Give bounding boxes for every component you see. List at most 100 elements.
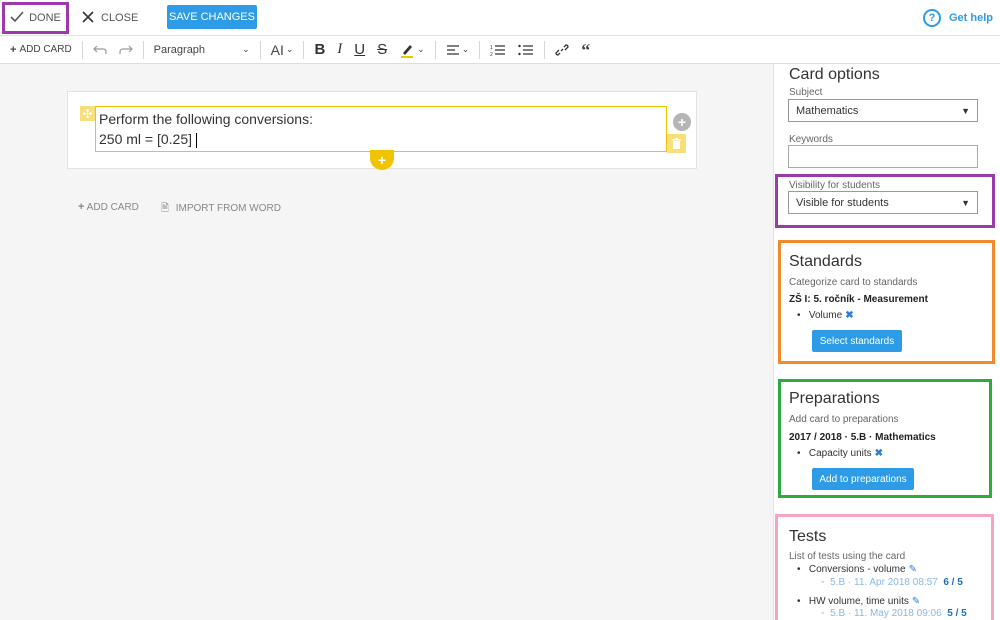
test-item-meta-label: 5.B · 11. May 2018 09:06: [830, 608, 942, 619]
get-help-link[interactable]: ? Get help: [922, 9, 993, 27]
import-label: IMPORT FROM WORD: [175, 203, 281, 214]
card-insert-plus-icon[interactable]: +: [673, 113, 691, 131]
toolbar-divider: [142, 40, 144, 59]
remove-icon[interactable]: ✖: [845, 310, 853, 321]
underline-icon: U: [354, 41, 366, 58]
card-options-title: Card options: [789, 66, 880, 83]
italic-icon: I: [337, 41, 343, 57]
done-label: DONE: [29, 12, 61, 24]
card-text-line-2: 250 ml = [0.25]: [99, 129, 663, 149]
standards-title: Standards: [789, 253, 862, 270]
close-button[interactable]: CLOSE: [82, 8, 138, 28]
undo-icon: [92, 45, 107, 54]
visibility-label: Visibility for students: [789, 180, 880, 191]
chevron-down-icon: ⌄: [285, 44, 294, 54]
subject-value: Mathematics: [796, 104, 859, 117]
chevron-down-icon: ⌄: [461, 44, 470, 54]
card-drag-handle[interactable]: ✣: [80, 106, 95, 121]
caret-down-icon: ▼: [961, 105, 970, 116]
undo-button[interactable]: [87, 36, 113, 64]
redo-button[interactable]: [113, 36, 139, 64]
toolbar-divider: [81, 40, 83, 59]
bullet-list-button[interactable]: [512, 36, 540, 64]
align-button[interactable]: ⌄: [440, 36, 476, 64]
keywords-input[interactable]: [788, 145, 978, 168]
trash-icon[interactable]: [667, 134, 686, 153]
toolbar-add-card-button[interactable]: + ADD CARD: [0, 36, 78, 64]
chevron-down-icon: ⌄: [417, 44, 425, 54]
card-text-editor[interactable]: Perform the following conversions: 250 m…: [95, 106, 667, 152]
link-button[interactable]: [549, 36, 575, 64]
standards-item-label: Volume: [808, 310, 843, 321]
blockquote-button[interactable]: “: [575, 36, 596, 64]
keywords-label: Keywords: [789, 134, 833, 145]
test-item-name: HW volume, time units: [808, 596, 909, 607]
test-item: • HW volume, time units ✎: [797, 596, 921, 607]
test-item: • Conversions - volume ✎: [797, 564, 917, 575]
font-size-select[interactable]: AI ⌄: [265, 36, 300, 64]
plus-icon: +: [78, 201, 85, 213]
highlight-color-button[interactable]: ⌄: [393, 36, 431, 64]
link-icon: [555, 43, 569, 56]
add-card-link[interactable]: + ADD CARD: [78, 201, 139, 218]
svg-text:1: 1: [490, 45, 493, 51]
highlighter-icon: [401, 44, 414, 58]
below-card-actions: + ADD CARD 🗎 IMPORT FROM WORD: [78, 201, 281, 218]
select-standards-button[interactable]: Select standards: [812, 330, 902, 352]
caret-down-icon: ▼: [961, 197, 970, 208]
italic-button[interactable]: I: [331, 36, 348, 64]
document-icon: 🗎: [160, 203, 169, 214]
standards-item: • Volume ✖: [797, 310, 854, 321]
add-card-link-label: ADD CARD: [86, 202, 139, 213]
help-label: Get help: [948, 12, 993, 24]
test-item-name: Conversions - volume: [808, 564, 906, 575]
underline-button[interactable]: U: [348, 36, 371, 64]
visibility-select[interactable]: Visible for students ▼: [788, 191, 978, 214]
preparations-title: Preparations: [789, 390, 880, 407]
preparations-item: • Capacity units ✖: [797, 448, 884, 459]
edit-pencil-icon[interactable]: ✎: [909, 564, 917, 575]
add-to-preparations-button[interactable]: Add to preparations: [812, 468, 914, 490]
test-item-score: 5 / 5: [947, 608, 967, 619]
preparations-subtitle: Add card to preparations: [789, 414, 899, 425]
done-button[interactable]: DONE: [2, 2, 69, 34]
preparations-item-label: Capacity units: [808, 448, 872, 459]
bold-icon: B: [314, 41, 326, 58]
bullet-list-icon: [518, 44, 534, 55]
preparations-group: 2017 / 2018 · 5.B · Mathematics: [789, 432, 936, 443]
subject-label: Subject: [789, 87, 823, 98]
standards-subtitle: Categorize card to standards: [789, 277, 918, 288]
chevron-down-icon: ⌄: [242, 44, 250, 54]
redo-icon: [119, 45, 133, 54]
standards-group: ZŠ I: 5. ročník - Measurement: [789, 294, 928, 305]
tests-title: Tests: [789, 528, 827, 545]
subject-select[interactable]: Mathematics ▼: [788, 99, 978, 122]
test-item-meta[interactable]: ◦ 5.B · 11. Apr 2018 08:57 6 / 5: [821, 577, 963, 588]
close-icon: [82, 10, 94, 26]
toolbar-divider: [479, 40, 481, 59]
plus-icon: +: [10, 43, 17, 56]
align-left-icon: [446, 44, 459, 55]
check-icon: [10, 10, 24, 26]
test-item-score: 6 / 5: [943, 577, 963, 588]
save-changes-button[interactable]: SAVE CHANGES: [167, 5, 257, 29]
edit-pencil-icon[interactable]: ✎: [912, 596, 920, 607]
card-text-line-2-content: 250 ml = [0.25]: [99, 131, 196, 147]
bold-button[interactable]: B: [308, 36, 331, 64]
help-icon: ?: [922, 9, 941, 27]
top-bar: DONE CLOSE SAVE CHANGES ? Get help: [0, 0, 1000, 36]
strikethrough-button[interactable]: S: [371, 36, 393, 64]
numbered-list-button[interactable]: 12: [484, 36, 512, 64]
close-label: CLOSE: [101, 12, 139, 24]
paragraph-style-select[interactable]: Paragraph ⌄: [148, 36, 256, 64]
add-card-label: ADD CARD: [19, 44, 72, 55]
import-from-word-link[interactable]: 🗎 IMPORT FROM WORD: [161, 201, 281, 218]
editor-toolbar: + ADD CARD Paragraph ⌄ AI ⌄ B I U S ⌄ ⌄ …: [0, 36, 1000, 64]
remove-icon[interactable]: ✖: [875, 448, 883, 459]
test-item-meta[interactable]: ◦ 5.B · 11. May 2018 09:06 5 / 5: [821, 608, 967, 619]
font-size-icon: AI: [270, 41, 284, 58]
toolbar-divider: [434, 40, 436, 59]
card-text-line-1: Perform the following conversions:: [99, 111, 313, 127]
test-item-meta-label: 5.B · 11. Apr 2018 08:57: [830, 577, 938, 588]
visibility-value: Visible for students: [796, 196, 889, 209]
